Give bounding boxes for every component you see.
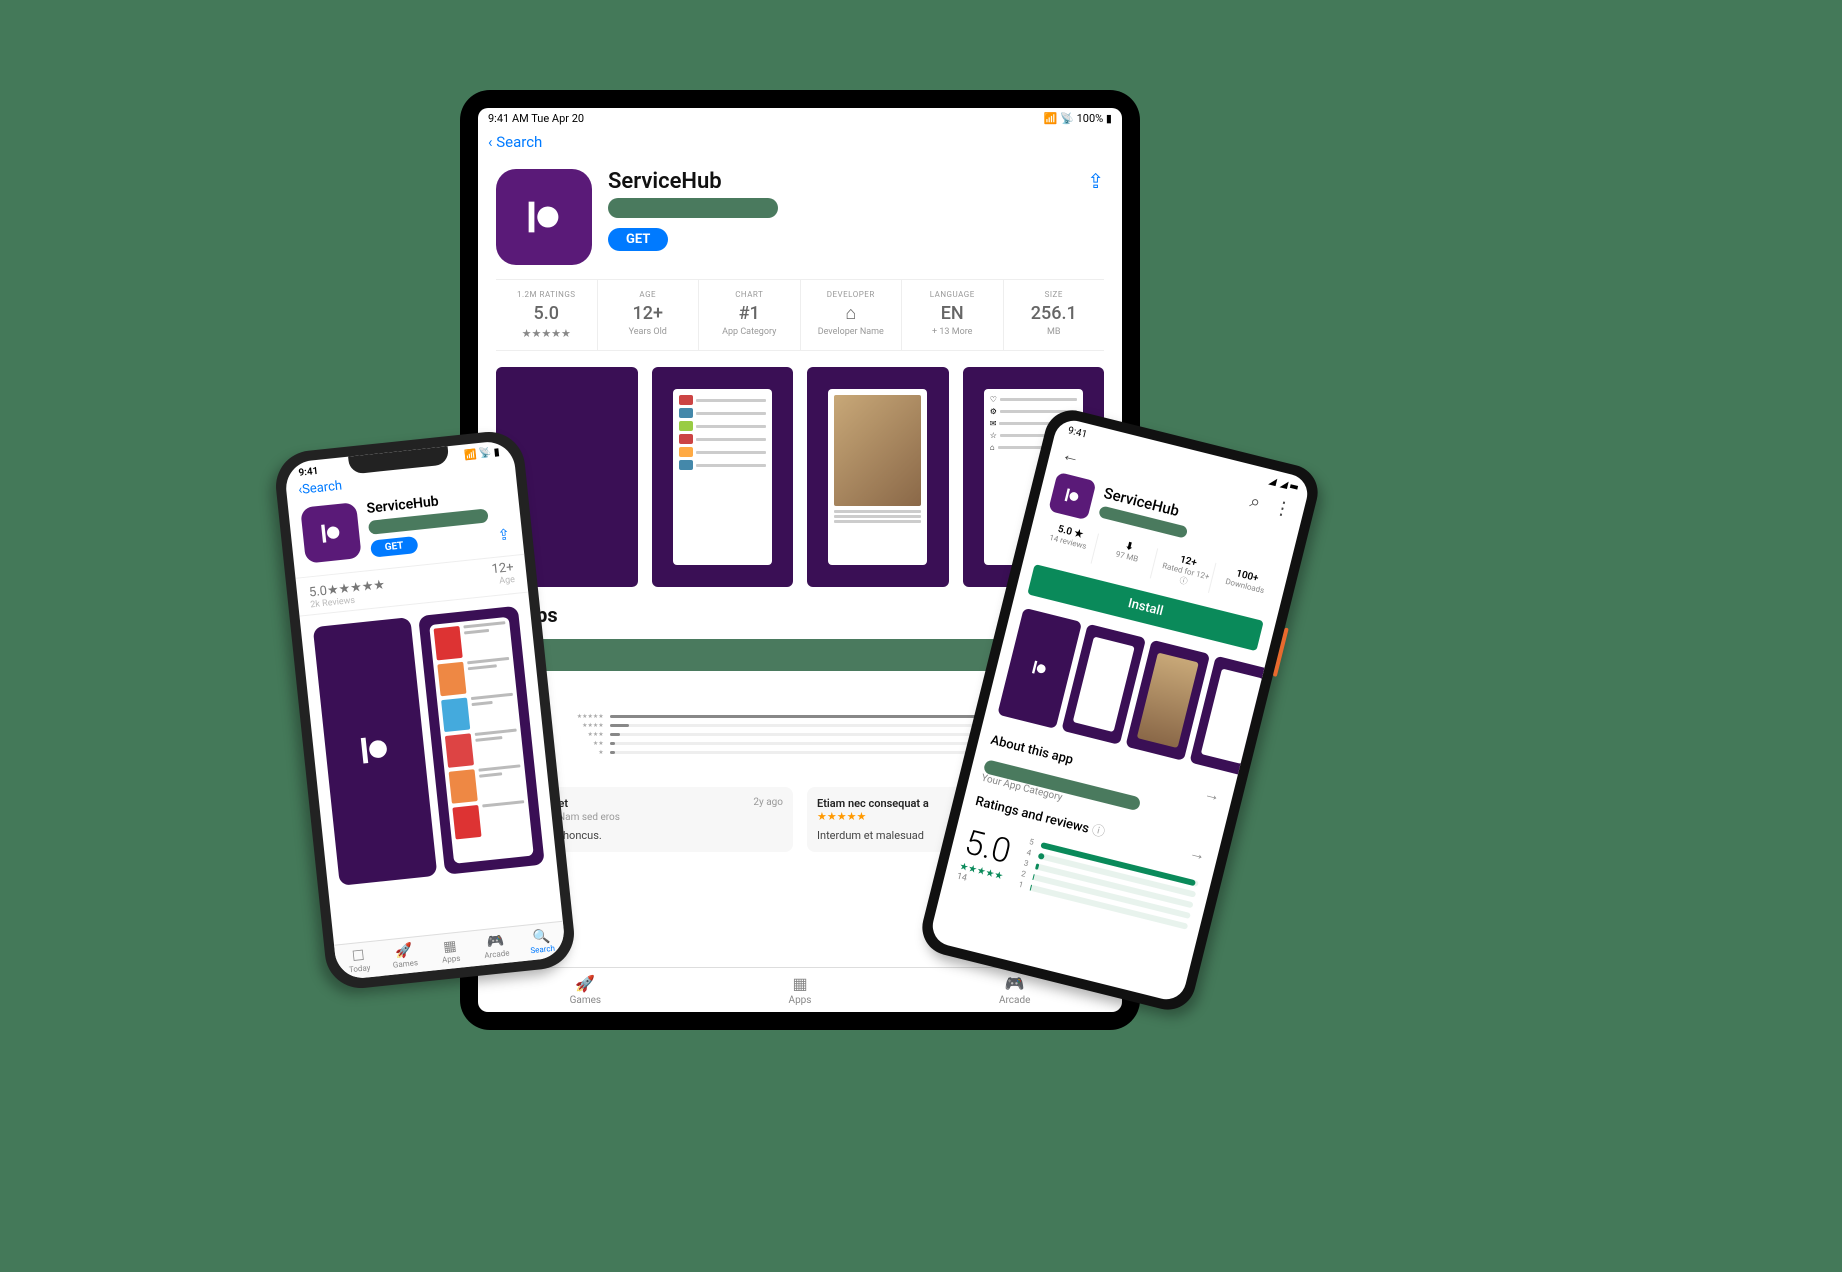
app-header: ServiceHub GET ⇪ — [478, 155, 1122, 279]
share-icon[interactable]: ⇪ — [1087, 169, 1104, 265]
meta-language: LANGUAGE EN + 13 More — [902, 280, 1004, 350]
tab-today[interactable]: ☐Today — [334, 941, 383, 981]
screenshot[interactable] — [313, 617, 437, 886]
meta-size: ⬇ 97 MB — [1097, 535, 1158, 578]
tab-games[interactable]: 🚀Games — [380, 936, 429, 976]
rocket-icon: 🚀 — [478, 974, 693, 993]
screenshot[interactable] — [807, 367, 949, 587]
tab-apps[interactable]: ▦Apps — [426, 931, 475, 971]
meta-age: AGE 12+ Years Old — [598, 280, 700, 350]
meta-size: SIZE 256.1 MB — [1004, 280, 1105, 350]
more-icon[interactable]: ⋮ — [1271, 496, 1294, 521]
ipad-status-right: 📶 📡 100% ▮ — [1044, 112, 1112, 125]
app-meta-row: 1.2M RATINGS 5.0 ★★★★★ AGE 12+ Years Old… — [496, 279, 1104, 351]
subtitle-redacted — [608, 198, 778, 218]
ipad-status-bar: 9:41 AM Tue Apr 20 📶 📡 100% ▮ — [478, 108, 1122, 129]
tab-search[interactable]: 🔍Search — [517, 922, 566, 962]
meta-developer: DEVELOPER ⌂ Developer Name — [801, 280, 903, 350]
screenshot-carousel[interactable] — [300, 597, 558, 896]
meta-chart: CHART #1 App Category — [699, 280, 801, 350]
get-button[interactable]: GET — [370, 536, 418, 558]
grid-icon: ▦ — [693, 974, 908, 993]
app-icon — [496, 169, 592, 265]
get-button[interactable]: GET — [608, 228, 668, 251]
screenshot[interactable] — [652, 367, 794, 587]
back-to-search[interactable]: ‹ Search — [478, 129, 1122, 155]
app-title: ServiceHub — [608, 169, 1071, 194]
screenshot[interactable] — [418, 606, 545, 875]
meta-downloads: 100+ Downloads — [1215, 564, 1275, 607]
ipad-status-time: 9:41 AM Tue Apr 20 — [488, 112, 584, 125]
power-button — [1273, 627, 1289, 676]
tab-arcade[interactable]: 🎮Arcade — [471, 927, 520, 967]
chevron-right-icon: → — [1187, 842, 1207, 865]
back-icon[interactable]: ← — [1060, 444, 1083, 469]
chevron-right-icon: → — [1202, 783, 1222, 806]
redacted-row — [496, 639, 1016, 671]
tab-apps[interactable]: ▦Apps — [693, 968, 908, 1012]
meta-rating: 5.0 ★ 14 reviews — [1038, 520, 1099, 563]
app-icon — [300, 502, 362, 564]
search-icon[interactable]: ⌕ — [1248, 491, 1263, 514]
share-icon[interactable]: ⇪ — [497, 525, 511, 544]
meta-ratings: 1.2M RATINGS 5.0 ★★★★★ — [496, 280, 598, 350]
iphone-screen: 9:41 📶 📡 ▮ ‹Search ServiceHub GET ⇪ 5.0★… — [283, 439, 566, 980]
tab-games[interactable]: 🚀Games — [478, 968, 693, 1012]
meta-age: 12+ Rated for 12+ ⓘ — [1156, 550, 1217, 593]
